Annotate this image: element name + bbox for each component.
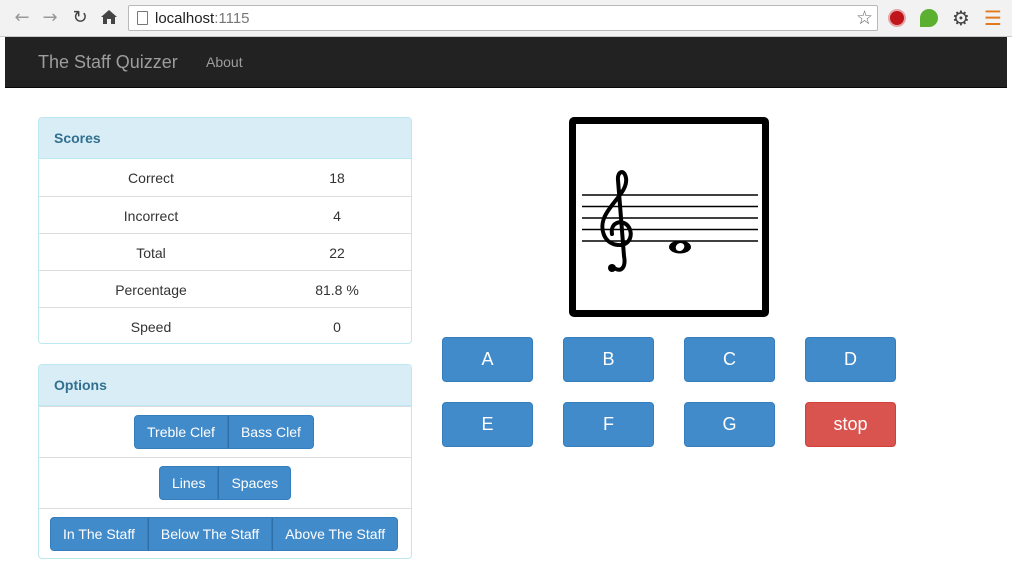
score-row-correct: Correct 18: [39, 159, 411, 196]
nav-link-about[interactable]: About: [206, 54, 243, 70]
treble-clef-icon: [600, 170, 633, 272]
adblock-icon[interactable]: [888, 9, 906, 27]
stop-button[interactable]: stop: [805, 402, 896, 447]
in-the-staff-button[interactable]: In The Staff: [50, 517, 148, 551]
position-option-row: Lines Spaces: [39, 457, 411, 508]
options-panel: Options Treble Clef Bass Clef Lines Spac…: [38, 364, 412, 559]
score-label: Correct: [128, 170, 174, 186]
score-row-percentage: Percentage 81.8 %: [39, 270, 411, 307]
back-icon[interactable]: ←: [12, 8, 32, 28]
lines-button[interactable]: Lines: [159, 466, 219, 500]
score-value: 18: [329, 170, 345, 186]
range-button-group: In The Staff Below The Staff Above The S…: [50, 517, 399, 551]
score-value: 81.8 %: [315, 282, 359, 298]
forward-icon[interactable]: →: [40, 8, 60, 28]
navbar: The Staff Quizzer About: [5, 37, 1007, 88]
above-the-staff-button[interactable]: Above The Staff: [272, 517, 399, 551]
range-option-row: In The Staff Below The Staff Above The S…: [39, 508, 411, 559]
scores-table: Correct 18 Incorrect 4 Total 22 Percenta…: [39, 159, 411, 344]
answer-button-e[interactable]: E: [442, 402, 533, 447]
clef-option-row: Treble Clef Bass Clef: [39, 406, 411, 457]
reload-icon[interactable]: ↻: [70, 8, 90, 28]
answer-button-f[interactable]: F: [563, 402, 654, 447]
settings-icon[interactable]: ⚙: [951, 8, 971, 28]
score-label: Speed: [130, 319, 172, 335]
position-button-group: Lines Spaces: [159, 466, 292, 500]
menu-icon[interactable]: ☰: [983, 8, 1003, 28]
options-heading: Options: [39, 365, 411, 406]
page-icon: [137, 11, 148, 25]
staff-svg: [582, 170, 758, 272]
staff-display: [569, 117, 769, 317]
clef-button-group: Treble Clef Bass Clef: [134, 415, 314, 449]
answer-button-a[interactable]: A: [442, 337, 533, 382]
address-bar[interactable]: localhost:1115 ☆: [128, 5, 878, 31]
browser-toolbar: ← → ↻ localhost:1115 ☆ ⚙ ☰: [0, 0, 1012, 37]
bass-clef-button[interactable]: Bass Clef: [227, 415, 314, 449]
score-value: 4: [333, 208, 341, 224]
answer-button-d[interactable]: D: [805, 337, 896, 382]
evernote-icon[interactable]: [920, 9, 938, 27]
treble-clef-button[interactable]: Treble Clef: [134, 415, 228, 449]
score-value: 22: [329, 245, 345, 261]
score-label: Total: [136, 245, 166, 261]
score-row-speed: Speed 0: [39, 307, 411, 344]
navbar-brand[interactable]: The Staff Quizzer: [38, 52, 178, 73]
score-row-total: Total 22: [39, 233, 411, 270]
score-label: Incorrect: [123, 208, 179, 224]
score-value: 0: [333, 319, 341, 335]
answer-button-b[interactable]: B: [563, 337, 654, 382]
below-the-staff-button[interactable]: Below The Staff: [147, 517, 273, 551]
answer-button-g[interactable]: G: [684, 402, 775, 447]
home-icon[interactable]: [99, 8, 119, 28]
score-row-incorrect: Incorrect 4: [39, 196, 411, 233]
score-label: Percentage: [115, 282, 187, 298]
url-text: localhost:1115: [155, 10, 250, 27]
staff-lines: [582, 194, 758, 242]
answer-button-c[interactable]: C: [684, 337, 775, 382]
spaces-button[interactable]: Spaces: [218, 466, 292, 500]
scores-heading: Scores: [39, 118, 411, 159]
star-icon[interactable]: ☆: [856, 7, 873, 29]
scores-panel: Scores Correct 18 Incorrect 4 Total 22 P…: [38, 117, 412, 344]
